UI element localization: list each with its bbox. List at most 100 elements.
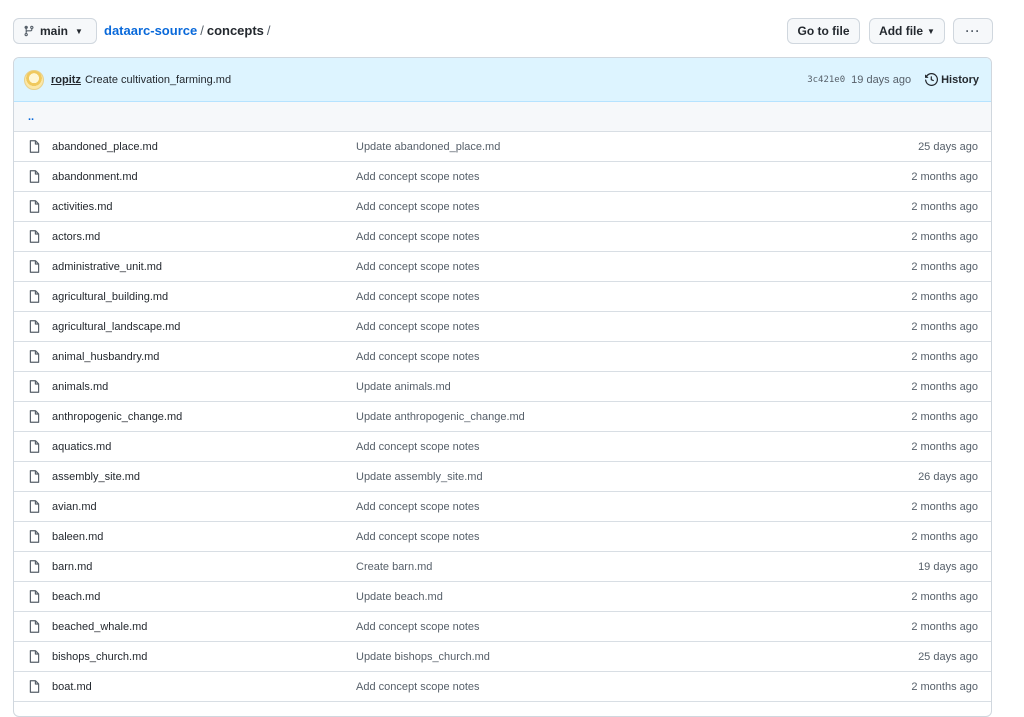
file-commit-message-link[interactable]: Add concept scope notes xyxy=(356,681,480,693)
file-name-link[interactable]: abandoned_place.md xyxy=(52,141,158,153)
file-name-link[interactable]: barn.md xyxy=(52,561,92,573)
file-commit-message-link[interactable]: Create barn.md xyxy=(356,561,432,573)
breadcrumb-repo-link[interactable]: dataarc-source xyxy=(104,23,197,38)
table-row[interactable]: animal_husbandry.md Add concept scope not… xyxy=(14,342,991,372)
file-commit-message-link[interactable]: Update abandoned_place.md xyxy=(356,141,500,153)
file-icon xyxy=(29,500,40,513)
file-rows: abandoned_place.md Update abandoned_place… xyxy=(14,132,991,702)
table-row[interactable]: administrative_unit.md Add concept scope … xyxy=(14,252,991,282)
file-commit-message-link[interactable]: Add concept scope notes xyxy=(356,231,480,243)
file-commit-age: 25 days ago xyxy=(918,140,978,153)
history-icon xyxy=(925,73,939,86)
file-commit-age: 2 months ago xyxy=(911,260,978,273)
history-link[interactable]: History xyxy=(925,73,979,86)
file-icon xyxy=(29,380,40,393)
more-options-label: ··· xyxy=(965,24,981,38)
file-commit-message-link[interactable]: Update anthropogenic_change.md xyxy=(356,411,525,423)
file-commit-age: 2 months ago xyxy=(911,380,978,393)
breadcrumb-current-folder: concepts xyxy=(206,23,264,38)
file-commit-age: 2 months ago xyxy=(911,290,978,303)
file-commit-message-link[interactable]: Add concept scope notes xyxy=(356,261,480,273)
file-commit-message-link[interactable]: Add concept scope notes xyxy=(356,621,480,633)
parent-directory-link[interactable]: .. xyxy=(28,111,34,123)
table-row[interactable]: bishops_church.md Update bishops_church.m… xyxy=(14,642,991,672)
file-commit-message-link[interactable]: Add concept scope notes xyxy=(356,321,480,333)
table-row[interactable]: abandonment.md Add concept scope notes 2 m… xyxy=(14,162,991,192)
file-icon xyxy=(29,440,40,453)
commit-age: 19 days ago xyxy=(851,73,912,86)
file-name-link[interactable]: boat.md xyxy=(52,681,92,693)
go-to-file-button[interactable]: Go to file xyxy=(787,18,860,44)
add-file-button[interactable]: Add file ▼ xyxy=(869,18,945,44)
file-name-link[interactable]: activities.md xyxy=(52,201,113,213)
file-name-link[interactable]: aquatics.md xyxy=(52,441,111,453)
file-icon xyxy=(29,560,40,573)
file-name-link[interactable]: bishops_church.md xyxy=(52,651,147,663)
commit-author-link[interactable]: ropitz xyxy=(51,74,81,86)
table-row[interactable]: animals.md Update animals.md 2 months ago xyxy=(14,372,991,402)
history-label: History xyxy=(941,73,979,86)
table-row[interactable]: avian.md Add concept scope notes 2 months … xyxy=(14,492,991,522)
file-name-link[interactable]: agricultural_building.md xyxy=(52,291,168,303)
chevron-down-icon: ▼ xyxy=(75,26,83,36)
commit-meta: 3c421e0 19 days ago History xyxy=(807,58,979,101)
commit-sha-link[interactable]: 3c421e0 xyxy=(807,75,845,85)
file-commit-message-link[interactable]: Add concept scope notes xyxy=(356,291,480,303)
file-commit-age: 2 months ago xyxy=(911,530,978,543)
file-commit-age: 19 days ago xyxy=(918,560,978,573)
avatar[interactable] xyxy=(24,69,44,90)
file-commit-message-link[interactable]: Add concept scope notes xyxy=(356,171,480,183)
more-options-button[interactable]: ··· xyxy=(953,18,993,44)
table-row[interactable]: actors.md Add concept scope notes 2 months… xyxy=(14,222,991,252)
table-row[interactable]: agricultural_landscape.md Add concept sco… xyxy=(14,312,991,342)
file-name-link[interactable]: baleen.md xyxy=(52,531,103,543)
file-commit-message-link[interactable]: Add concept scope notes xyxy=(356,441,480,453)
file-commit-message-link[interactable]: Add concept scope notes xyxy=(356,531,480,543)
file-commit-message-link[interactable]: Update bishops_church.md xyxy=(356,651,490,663)
table-row[interactable]: boat.md Add concept scope notes 2 months a… xyxy=(14,672,991,702)
file-icon xyxy=(29,530,40,543)
file-icon xyxy=(29,320,40,333)
file-name-link[interactable]: anthropogenic_change.md xyxy=(52,411,182,423)
file-commit-message-link[interactable]: Update assembly_site.md xyxy=(356,471,483,483)
file-commit-message-link[interactable]: Add concept scope notes xyxy=(356,201,480,213)
go-to-file-label: Go to file xyxy=(797,24,850,38)
latest-commit-bar: ropitz Create cultivation_farming.md 3c4… xyxy=(14,58,991,102)
commit-message-link[interactable]: Create cultivation_farming.md xyxy=(85,74,231,86)
file-name-link[interactable]: abandonment.md xyxy=(52,171,138,183)
table-row[interactable]: abandoned_place.md Update abandoned_place… xyxy=(14,132,991,162)
file-commit-message-link[interactable]: Update beach.md xyxy=(356,591,443,603)
branch-select-button[interactable]: main ▼ xyxy=(13,18,97,44)
table-row[interactable]: baleen.md Add concept scope notes 2 months… xyxy=(14,522,991,552)
file-name-link[interactable]: avian.md xyxy=(52,501,97,513)
git-branch-icon xyxy=(24,25,34,37)
table-row[interactable]: anthropogenic_change.md Update anthropoge… xyxy=(14,402,991,432)
file-name-link[interactable]: animals.md xyxy=(52,381,108,393)
table-row[interactable]: activities.md Add concept scope notes 2 mo… xyxy=(14,192,991,222)
table-row[interactable]: barn.md Create barn.md 19 days ago xyxy=(14,552,991,582)
table-row[interactable]: beached_whale.md Add concept scope notes 2… xyxy=(14,612,991,642)
file-icon xyxy=(29,200,40,213)
file-icon xyxy=(29,410,40,423)
file-commit-message-link[interactable]: Add concept scope notes xyxy=(356,351,480,363)
table-row[interactable]: agricultural_building.md Add concept scop… xyxy=(14,282,991,312)
file-name-link[interactable]: agricultural_landscape.md xyxy=(52,321,180,333)
file-commit-age: 2 months ago xyxy=(911,170,978,183)
file-name-link[interactable]: actors.md xyxy=(52,231,100,243)
file-name-link[interactable]: beached_whale.md xyxy=(52,621,147,633)
file-commit-message-link[interactable]: Add concept scope notes xyxy=(356,501,480,513)
file-name-link[interactable]: beach.md xyxy=(52,591,100,603)
table-row[interactable]: assembly_site.md Update assembly_site.md 2… xyxy=(14,462,991,492)
file-name-link[interactable]: assembly_site.md xyxy=(52,471,140,483)
file-icon xyxy=(29,620,40,633)
table-row[interactable]: beach.md Update beach.md 2 months ago xyxy=(14,582,991,612)
table-row[interactable]: aquatics.md Add concept scope notes 2 mont… xyxy=(14,432,991,462)
file-commit-age: 2 months ago xyxy=(911,350,978,363)
file-name-link[interactable]: administrative_unit.md xyxy=(52,261,162,273)
file-icon xyxy=(29,680,40,693)
file-commit-message-link[interactable]: Update animals.md xyxy=(356,381,451,393)
file-icon xyxy=(29,230,40,243)
file-commit-age: 2 months ago xyxy=(911,500,978,513)
file-name-link[interactable]: animal_husbandry.md xyxy=(52,351,159,363)
parent-directory-row[interactable]: .. xyxy=(14,102,991,132)
